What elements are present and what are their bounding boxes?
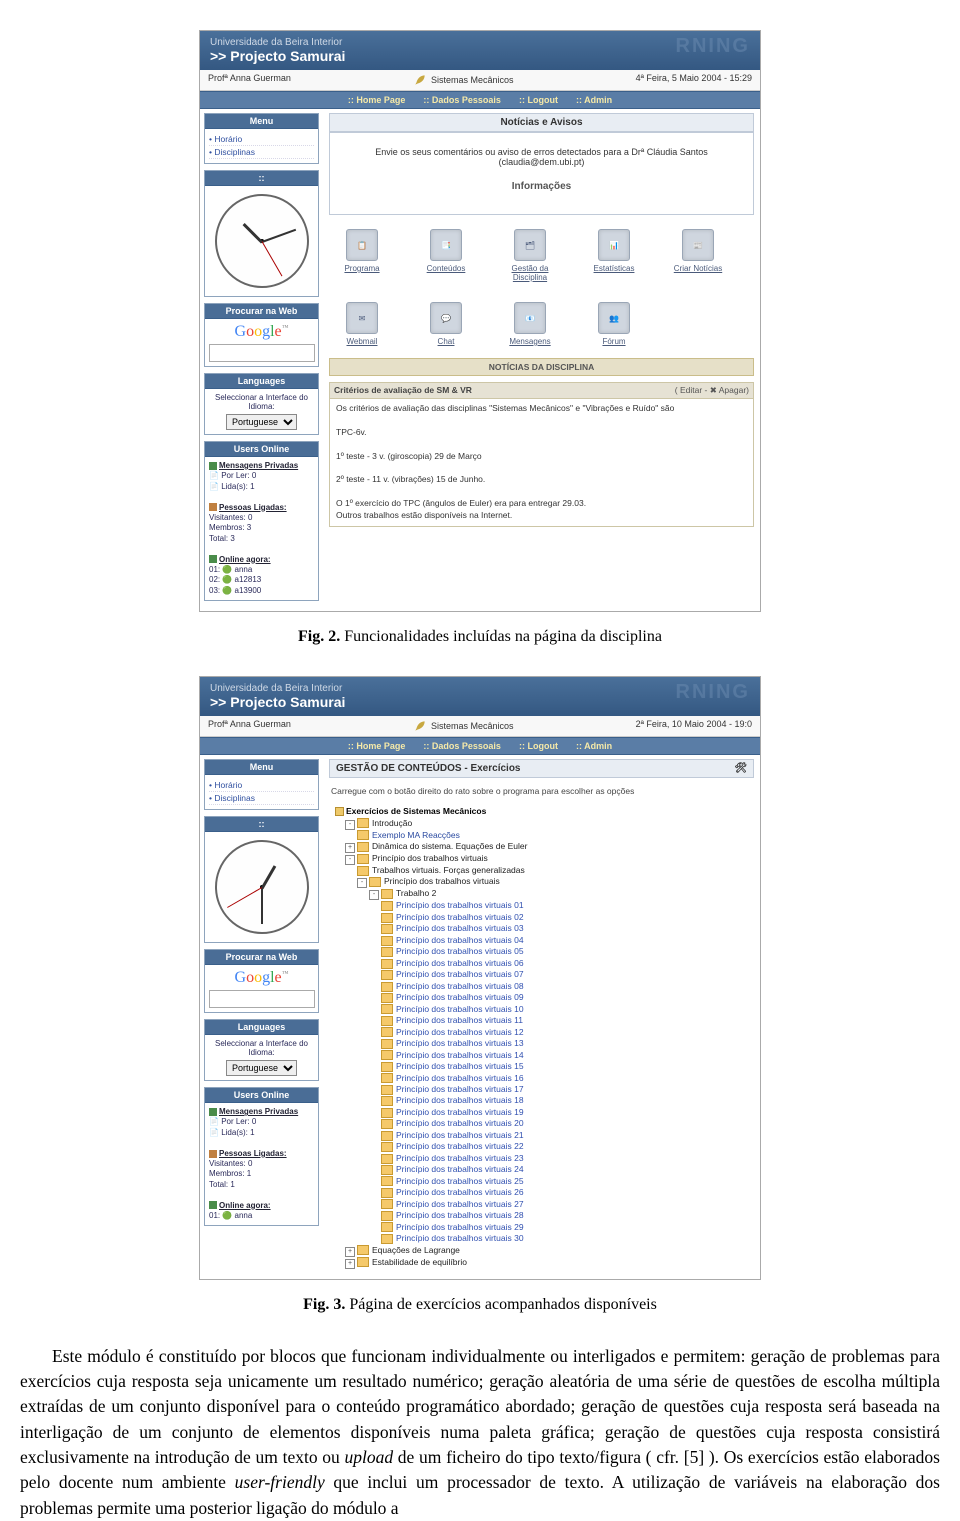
exercise-tree[interactable]: Exercícios de Sistemas Mecânicos-Introdu… xyxy=(329,800,754,1274)
nav-logout[interactable]: :: Logout xyxy=(519,95,558,105)
sidebar: Menu • Horário • Disciplinas :: Pro xyxy=(200,109,323,611)
online-user-1: 01: 🟢 anna xyxy=(209,565,252,574)
main-title: Notícias e Avisos xyxy=(336,117,747,128)
university-label: Universidade da Beira Interior xyxy=(210,37,750,48)
icon-programa[interactable]: 📋Programa xyxy=(333,229,391,282)
figure-2-caption: Fig. 2. Funcionalidades incluídas na pág… xyxy=(20,628,940,646)
icon-forum[interactable]: 👥Fórum xyxy=(585,302,643,346)
icon-webmail[interactable]: ✉Webmail xyxy=(333,302,391,346)
news-actions[interactable]: ( Editar - ✖ Apagar) xyxy=(675,385,749,396)
users-online-heading: Users Online xyxy=(205,442,318,457)
messages-privadas-label[interactable]: Mensagens Privadas xyxy=(219,461,298,470)
main-content: Notícias e Avisos Envie os seus comentár… xyxy=(323,109,760,611)
main-content-3: GESTÃO DE CONTEÚDOS - Exercícios 🛠 Carre… xyxy=(323,755,760,1278)
main-title-bar: Notícias e Avisos xyxy=(329,113,754,132)
google-logo: Google™ xyxy=(235,323,289,340)
webmail-icon: ✉ xyxy=(346,302,378,334)
total-count: Total: 3 xyxy=(209,534,235,543)
icon-grid: 📋Programa 📑Conteúdos 🗂Gestão da Discipli… xyxy=(329,223,754,358)
nav-dados[interactable]: :: Dados Pessoais xyxy=(423,95,501,105)
tree-hint: Carregue com o botão direito do rato sob… xyxy=(329,784,754,800)
content-mgmt-title: GESTÃO DE CONTEÚDOS - Exercícios xyxy=(336,763,521,774)
analog-clock-3 xyxy=(215,840,309,934)
online-user-2: 02: 🟢 a12813 xyxy=(209,575,261,584)
news-title: Critérios de avaliação de SM & VR xyxy=(334,385,472,396)
menu-item-disciplinas[interactable]: • Disciplinas xyxy=(209,146,314,159)
language-label: Seleccionar a Interface do Idioma: xyxy=(209,393,314,411)
app-header: Universidade da Beira Interior >> Projec… xyxy=(200,31,760,70)
online-user-3: 03: 🟢 a13900 xyxy=(209,586,261,595)
screenshot-fig2: Universidade da Beira Interior >> Projec… xyxy=(199,30,761,612)
user-name: Profª Anna Guerman xyxy=(208,73,291,87)
criar-noticias-icon: 📰 xyxy=(682,229,714,261)
language-select[interactable]: Portuguese xyxy=(226,414,297,430)
app-header-3: Universidade da Beira Interior >> Projec… xyxy=(200,677,760,716)
notice-box: Envie os seus comentários ou aviso de er… xyxy=(329,132,754,215)
informacoes-heading: Informações xyxy=(340,181,743,192)
icon-chat[interactable]: 💬Chat xyxy=(417,302,475,346)
icon-conteudos[interactable]: 📑Conteúdos xyxy=(417,229,475,282)
menu-item-horario[interactable]: • Horário xyxy=(209,133,314,146)
datetime-label-3: 2ª Feira, 10 Maio 2004 - 19:0 xyxy=(636,719,752,733)
menu-heading: Menu xyxy=(205,114,318,129)
search-input-3[interactable] xyxy=(209,990,315,1008)
info-bar-3: Profª Anna Guerman Sistemas Mecânicos 2ª… xyxy=(200,716,760,737)
forum-icon: 👥 xyxy=(598,302,630,334)
nav-admin[interactable]: :: Admin xyxy=(576,95,612,105)
search-input[interactable] xyxy=(209,344,315,362)
lidas-count: 📄 Lida(s): 1 xyxy=(209,482,255,491)
figure-2: Universidade da Beira Interior >> Projec… xyxy=(20,30,940,646)
sidebar-3: Menu • Horário • Disciplinas :: Procurar… xyxy=(200,755,323,1278)
analog-clock xyxy=(215,194,309,288)
mensagens-icon: 📧 xyxy=(514,302,546,334)
chat-icon: 💬 xyxy=(430,302,462,334)
people-icon xyxy=(209,503,217,511)
body-paragraph: Este módulo é constituído por blocos que… xyxy=(20,1344,940,1521)
feather-icon xyxy=(413,719,427,733)
content-mgmt-bar: GESTÃO DE CONTEÚDOS - Exercícios 🛠 xyxy=(329,759,754,778)
figure-3-caption: Fig. 3. Página de exercícios acompanhado… xyxy=(20,1296,940,1314)
news-item-header: Critérios de avaliação de SM & VR ( Edit… xyxy=(329,382,754,399)
estatisticas-icon: 📊 xyxy=(598,229,630,261)
notice-text: Envie os seus comentários ou aviso de er… xyxy=(340,147,743,167)
feather-icon xyxy=(413,73,427,87)
por-ler-count: 📄 Por Ler: 0 xyxy=(209,471,256,480)
screenshot-fig3: Universidade da Beira Interior >> Projec… xyxy=(199,676,761,1279)
nav-home[interactable]: :: Home Page xyxy=(348,95,406,105)
visitantes-count: Visitantes: 0 xyxy=(209,513,252,522)
nav-bar-3: :: Home Page :: Dados Pessoais :: Logout… xyxy=(200,737,760,755)
datetime-label: 4ª Feira, 5 Maio 2004 - 15:29 xyxy=(636,73,752,87)
header-watermark: RNING xyxy=(676,35,750,58)
gestao-icon: 🗂 xyxy=(514,229,546,261)
icon-gestao[interactable]: 🗂Gestão da Disciplina xyxy=(501,229,559,282)
search-heading: Procurar na Web xyxy=(205,304,318,319)
figure-3: Universidade da Beira Interior >> Projec… xyxy=(20,676,940,1313)
discipline-name: Sistemas Mecânicos xyxy=(431,75,514,85)
online-now-icon xyxy=(209,555,217,563)
tools-icon[interactable]: 🛠 xyxy=(734,763,747,774)
membros-count: Membros: 3 xyxy=(209,523,251,532)
messages-icon xyxy=(209,462,217,470)
news-body: Os critérios de avaliação das disciplina… xyxy=(329,399,754,527)
icon-criar-noticias[interactable]: 📰Criar Notícias xyxy=(669,229,727,282)
online-agora-label: Online agora: xyxy=(219,555,271,564)
icon-estatisticas[interactable]: 📊Estatísticas xyxy=(585,229,643,282)
nav-bar: :: Home Page :: Dados Pessoais :: Logout… xyxy=(200,91,760,109)
project-title: >> Projecto Samurai xyxy=(210,48,750,64)
info-bar: Profª Anna Guerman Sistemas Mecânicos 4ª… xyxy=(200,70,760,91)
icon-mensagens[interactable]: 📧Mensagens xyxy=(501,302,559,346)
clock-heading: :: xyxy=(205,171,318,186)
programa-icon: 📋 xyxy=(346,229,378,261)
languages-heading: Languages xyxy=(205,374,318,389)
conteudos-icon: 📑 xyxy=(430,229,462,261)
pessoas-ligadas-label: Pessoas Ligadas: xyxy=(219,503,287,512)
news-section-bar: NOTÍCIAS DA DISCIPLINA xyxy=(329,358,754,376)
